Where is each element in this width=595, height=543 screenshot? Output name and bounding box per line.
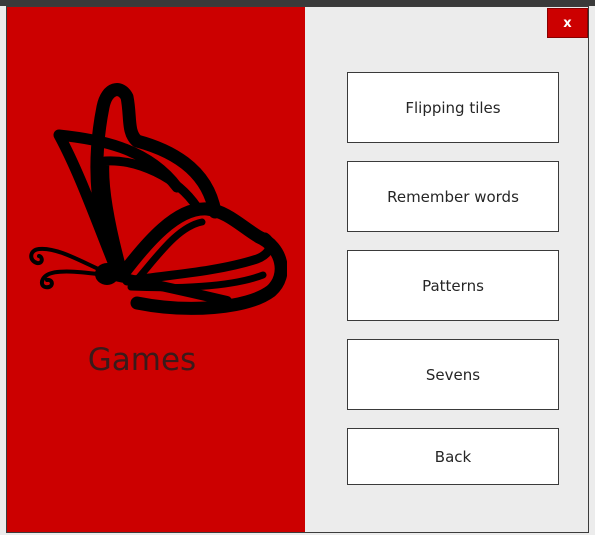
butterfly-icon	[29, 83, 287, 315]
remember-words-button[interactable]: Remember words	[347, 161, 559, 232]
patterns-button[interactable]: Patterns	[347, 250, 559, 321]
sevens-button[interactable]: Sevens	[347, 339, 559, 410]
window-bottom-edge	[0, 535, 595, 543]
brand-panel: Games	[7, 7, 305, 532]
back-button[interactable]: Back	[347, 428, 559, 485]
flipping-tiles-button[interactable]: Flipping tiles	[347, 72, 559, 143]
games-window: Games x Flipping tiles Remember words Pa…	[6, 6, 589, 533]
close-button[interactable]: x	[547, 8, 588, 38]
page-title: Games	[87, 342, 197, 378]
